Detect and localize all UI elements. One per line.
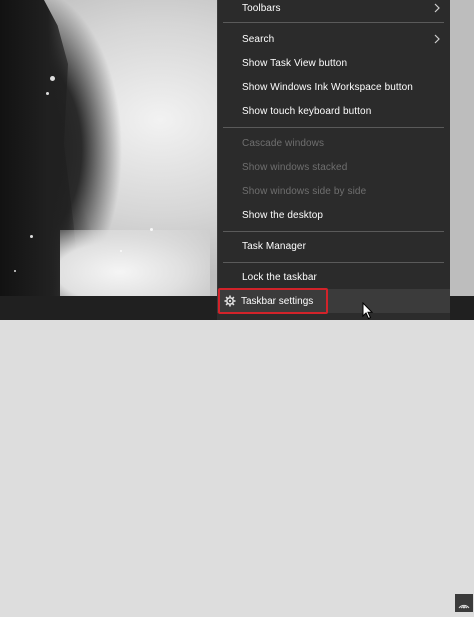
menu-separator (223, 231, 444, 232)
network-icon[interactable] (455, 594, 473, 612)
mouse-cursor-icon (362, 302, 374, 320)
menu-item-label: Show windows stacked (242, 161, 348, 173)
snowflake (150, 228, 153, 231)
menu-item-label: Show Windows Ink Workspace button (242, 81, 413, 93)
menu-separator (223, 262, 444, 263)
chevron-right-icon (434, 3, 440, 13)
menu-item-show-windows-stacked: Show windows stacked (218, 155, 450, 179)
menu-item-label: Toolbars (242, 2, 281, 14)
snowflake (50, 76, 55, 81)
menu-item-label: Show touch keyboard button (242, 105, 372, 117)
chevron-right-icon (434, 34, 440, 44)
menu-item-show-windows-side-by-side: Show windows side by side (218, 179, 450, 203)
menu-item-task-manager[interactable]: Task Manager (218, 234, 450, 258)
menu-separator (223, 127, 444, 128)
menu-item-show-desktop[interactable]: Show the desktop (218, 203, 450, 227)
menu-item-show-task-view[interactable]: Show Task View button (218, 51, 450, 75)
menu-item-show-ink-workspace[interactable]: Show Windows Ink Workspace button (218, 75, 450, 99)
snowflake (30, 235, 33, 238)
snowflake (120, 250, 122, 252)
menu-item-label: Show windows side by side (242, 185, 367, 197)
snowflake (46, 92, 49, 95)
menu-item-label: Search (242, 33, 275, 45)
menu-item-label: Task Manager (242, 240, 307, 252)
menu-separator (223, 22, 444, 23)
menu-item-label: Lock the taskbar (242, 271, 317, 283)
menu-item-label: Cascade windows (242, 137, 325, 149)
taskbar-context-menu: Toolbars Search Show Task View button Sh… (217, 0, 450, 296)
red-highlight-box (218, 288, 328, 314)
menu-item-label: Show Task View button (242, 57, 348, 69)
menu-item-search[interactable]: Search (218, 27, 450, 51)
snowflake (14, 270, 16, 272)
wallpaper-light-patch (60, 230, 210, 300)
menu-item-toolbars[interactable]: Toolbars (218, 0, 450, 20)
menu-item-show-touch-keyboard[interactable]: Show touch keyboard button (218, 99, 450, 123)
menu-item-cascade-windows: Cascade windows (218, 131, 450, 155)
menu-item-lock-taskbar[interactable]: Lock the taskbar (218, 265, 450, 289)
menu-item-label: Show the desktop (242, 209, 324, 221)
